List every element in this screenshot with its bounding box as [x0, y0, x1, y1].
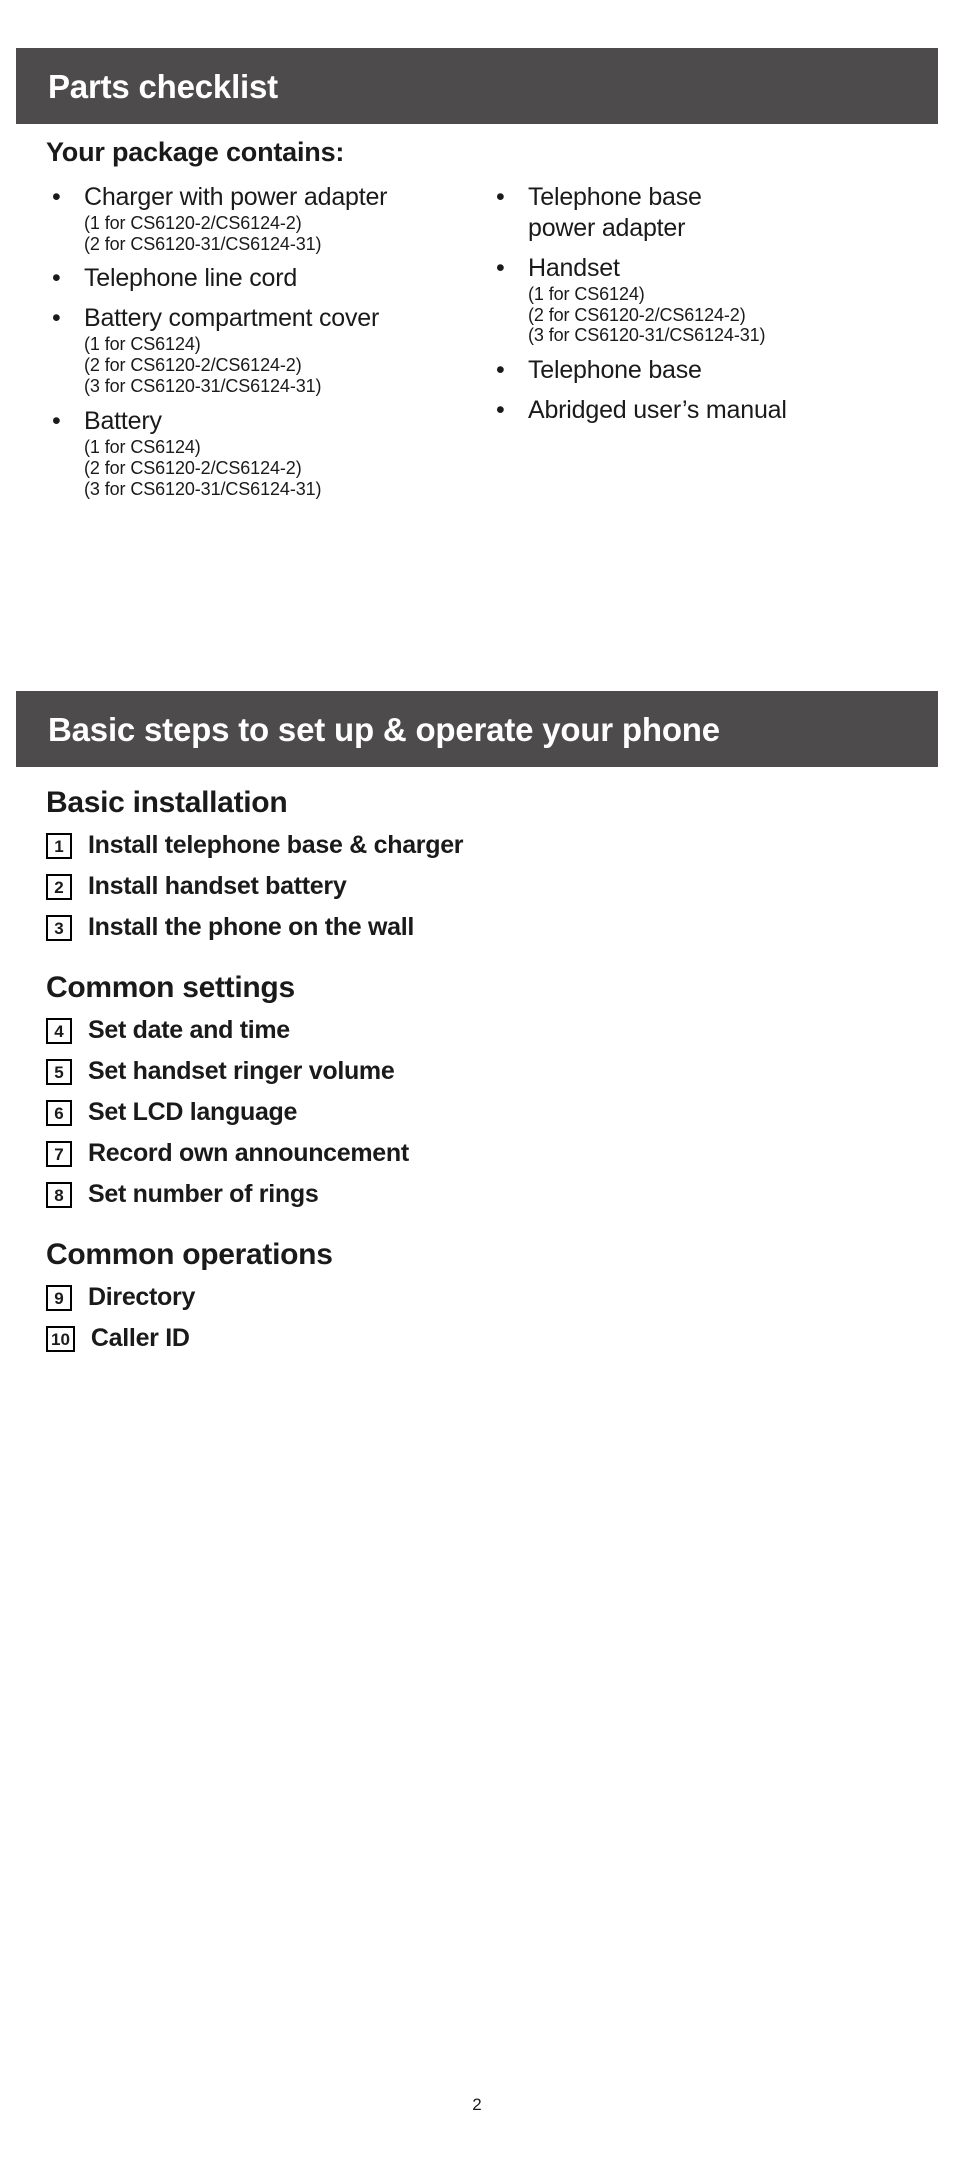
parts-item-label: Battery [84, 407, 162, 436]
step-number-badge: 8 [46, 1182, 72, 1208]
step-list-item[interactable]: 6 Set LCD language [46, 1098, 954, 1128]
step-group-title: Common settings [46, 971, 295, 1004]
step-number-badge: 10 [46, 1326, 75, 1352]
section-header-parts-checklist: Parts checklist [16, 48, 938, 124]
step-label: Set handset ringer volume [88, 1057, 395, 1086]
step-number-badge: 7 [46, 1141, 72, 1167]
parts-item-note: (1 for CS6120-2/CS6124-2) [84, 212, 302, 233]
step-list-item[interactable]: 5 Set handset ringer volume [46, 1057, 954, 1087]
step-label: Set LCD language [88, 1098, 298, 1127]
step-list-item[interactable]: 7 Record own announcement [46, 1139, 954, 1169]
step-label: Install telephone base & charger [88, 831, 464, 860]
bullet-icon: • [496, 396, 505, 425]
step-list-item[interactable]: 8 Set number of rings [46, 1180, 954, 1210]
step-group-title: Common operations [46, 1238, 333, 1271]
step-list-item[interactable]: 2 Install handset battery [46, 872, 954, 902]
parts-list-item: • Battery compartment cover (1 for CS6124)… [46, 303, 466, 397]
parts-item-label: Telephone line cord [84, 264, 298, 293]
bullet-icon: • [496, 356, 505, 385]
parts-subheading: Your package contains: [46, 137, 345, 167]
parts-item-note: (1 for CS6124) [528, 283, 645, 304]
parts-item-note: (2 for CS6120-2/CS6124-2) [528, 304, 746, 325]
step-list-item[interactable]: 9 Directory [46, 1283, 954, 1313]
parts-item-note: (2 for CS6120-2/CS6124-2) [84, 355, 302, 376]
parts-item-note: (1 for CS6124) [84, 334, 201, 355]
parts-column-right: • Telephone base power adapter • Handset (1 f… [490, 182, 920, 436]
parts-item-label: Charger with power adapter [84, 182, 388, 211]
parts-list-item: • Battery (1 for CS6124) (2 for CS6120-2/CS… [46, 406, 466, 500]
step-group: Common settings 4 Set date and time 5 Set ha… [46, 971, 954, 1210]
bullet-icon: • [496, 182, 505, 211]
parts-item-note: (2 for CS6120-2/CS6124-2) [84, 457, 302, 478]
step-label: Install handset battery [88, 872, 347, 901]
parts-list-left: • Charger with power adapter (1 for CS6120… [46, 182, 466, 500]
bullet-icon: • [52, 264, 61, 293]
step-number-badge: 5 [46, 1059, 72, 1085]
step-list: 9 Directory 10 Caller ID [46, 1283, 954, 1354]
parts-item-note: (1 for CS6124) [84, 437, 201, 458]
step-label: Set date and time [88, 1016, 290, 1045]
step-label: Install the phone on the wall [88, 913, 415, 942]
section-header-basic-steps: Basic steps to set up & operate your pho… [16, 691, 938, 767]
page-number: 2 [472, 2095, 482, 2114]
step-list-item[interactable]: 10 Caller ID [46, 1324, 954, 1354]
parts-list-item: • Telephone line cord [46, 263, 466, 294]
bullet-icon: • [52, 182, 61, 211]
step-label: Set number of rings [88, 1180, 319, 1209]
parts-list-item: • Handset (1 for CS6124) (2 for CS6120-2/CS… [490, 253, 920, 347]
step-number-badge: 9 [46, 1285, 72, 1311]
parts-list-item: • Telephone base [490, 355, 920, 386]
parts-item-label: Handset [528, 253, 620, 282]
step-group-title: Basic installation [46, 786, 288, 819]
step-label: Record own announcement [88, 1139, 409, 1168]
parts-list-item: • Charger with power adapter (1 for CS6120… [46, 182, 466, 255]
step-number-badge: 3 [46, 915, 72, 941]
basic-steps-body: Basic installation 1 Install telephone bas… [0, 786, 954, 1365]
parts-item-label: Telephone base power adapter [528, 182, 702, 242]
parts-item-label: Battery compartment cover [84, 304, 380, 333]
step-number-badge: 6 [46, 1100, 72, 1126]
step-number-badge: 4 [46, 1018, 72, 1044]
step-list-item[interactable]: 3 Install the phone on the wall [46, 913, 954, 943]
parts-checklist-body: Your package contains: • Charger with pow… [0, 137, 954, 499]
step-list: 1 Install telephone base & charger 2 Instal… [46, 831, 954, 943]
parts-item-label: Abridged user’s manual [528, 396, 787, 425]
step-number-badge: 2 [46, 874, 72, 900]
step-group: Common operations 9 Directory 10 Caller ID [46, 1238, 954, 1354]
parts-item-note: (2 for CS6120-31/CS6124-31) [84, 233, 322, 254]
section-title: Parts checklist [48, 67, 278, 105]
step-label: Directory [88, 1283, 196, 1312]
parts-column-left: • Charger with power adapter (1 for CS6120… [46, 182, 466, 509]
step-group: Basic installation 1 Install telephone bas… [46, 786, 954, 943]
parts-item-note: (3 for CS6120-31/CS6124-31) [528, 325, 766, 346]
document-page: Parts checklist Your package contains: •… [0, 0, 954, 2158]
parts-item-note: (3 for CS6120-31/CS6124-31) [84, 478, 322, 499]
parts-list-item: • Telephone base power adapter [490, 182, 920, 244]
parts-list-item: • Abridged user’s manual [490, 395, 920, 426]
bullet-icon: • [52, 304, 61, 333]
bullet-icon: • [52, 407, 61, 436]
section-title: Basic steps to set up & operate your pho… [48, 710, 720, 748]
step-list: 4 Set date and time 5 Set handset ringer vo… [46, 1016, 954, 1210]
parts-item-label: Telephone base [528, 356, 702, 385]
step-list-item[interactable]: 4 Set date and time [46, 1016, 954, 1046]
parts-item-note: (3 for CS6120-31/CS6124-31) [84, 376, 322, 397]
bullet-icon: • [496, 253, 505, 282]
parts-list-right: • Telephone base power adapter • Handset (1 f… [490, 182, 920, 427]
step-list-item[interactable]: 1 Install telephone base & charger [46, 831, 954, 861]
step-label: Caller ID [90, 1324, 190, 1353]
step-number-badge: 1 [46, 833, 72, 859]
